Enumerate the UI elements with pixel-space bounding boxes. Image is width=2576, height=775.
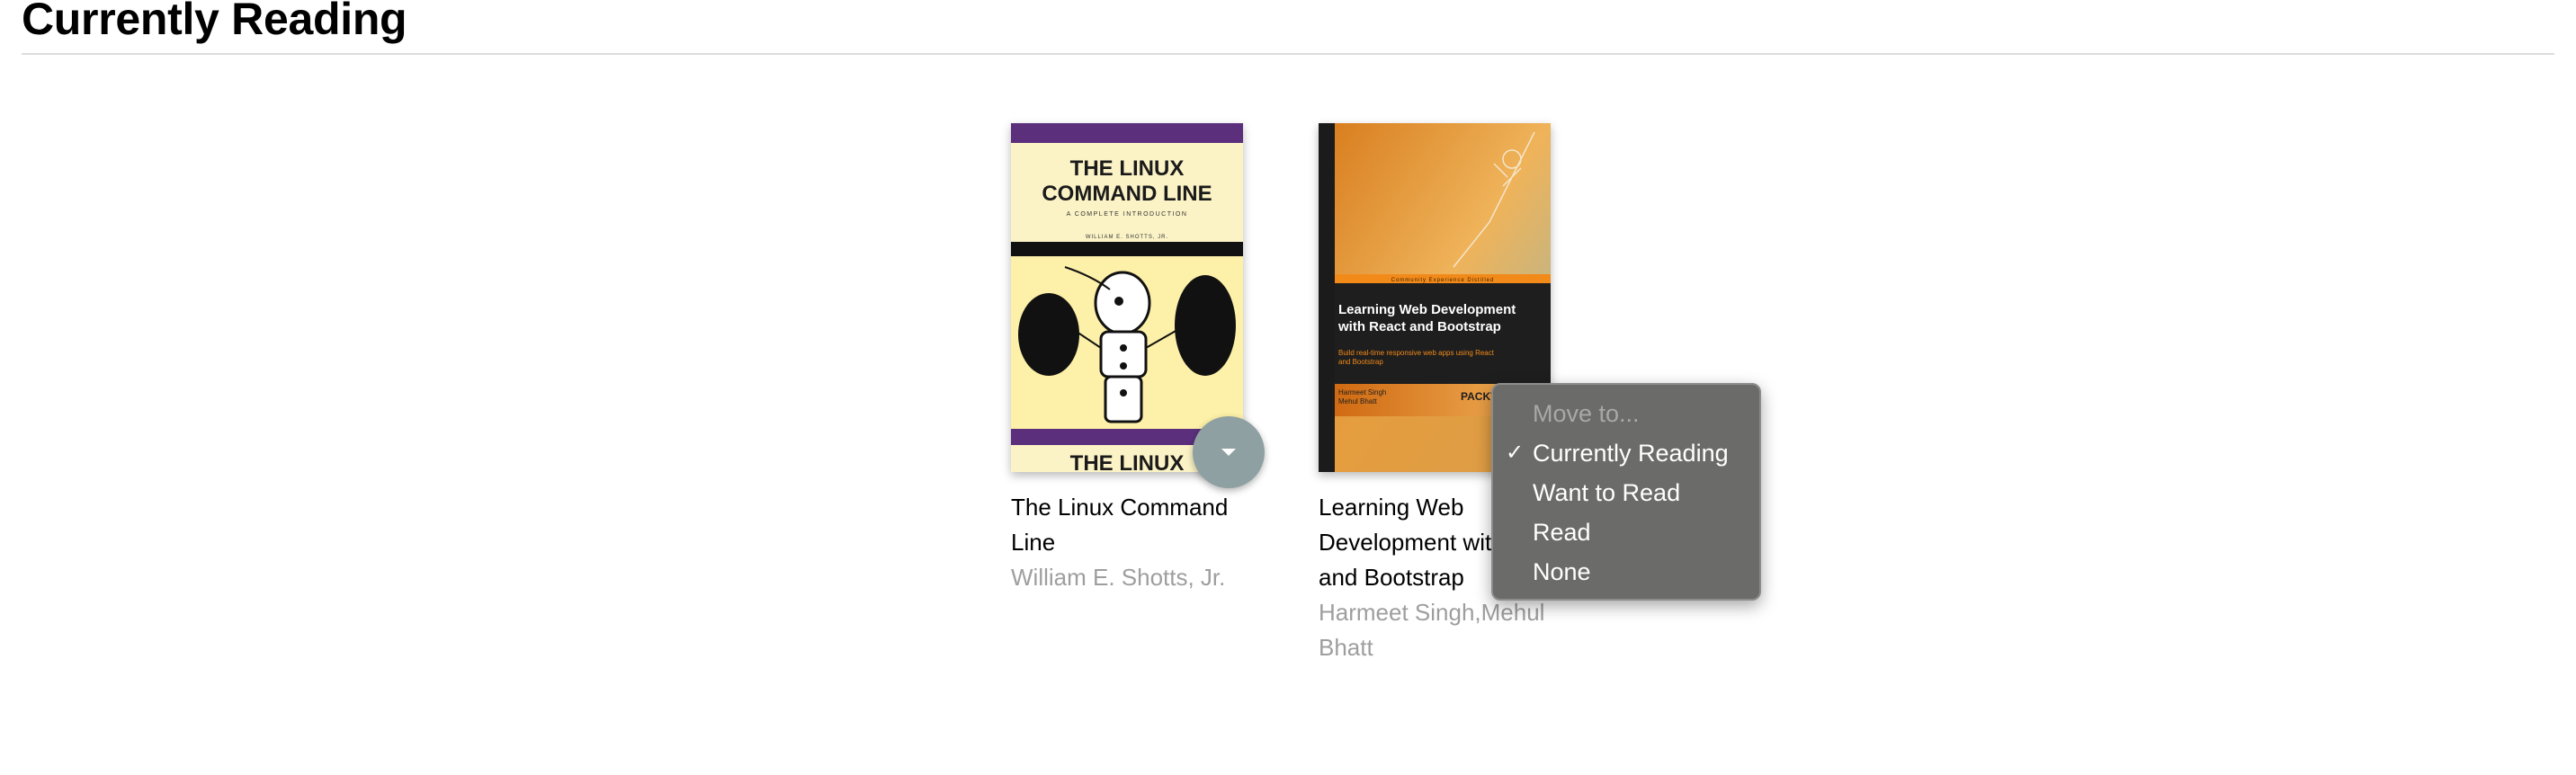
shelf-title: Currently Reading [22, 0, 407, 44]
book-cover[interactable]: THE LINUX COMMAND LINE A COMPLETE INTROD… [1011, 123, 1243, 472]
cover-author-line2: Mehul Bhatt [1338, 397, 1377, 405]
cover-title-line1: Learning Web Development [1338, 302, 1516, 317]
linux-command-line-cover: THE LINUX COMMAND LINE A COMPLETE INTROD… [1011, 123, 1243, 472]
cover-author: WILLIAM E. SHOTTS, JR. [1086, 235, 1168, 240]
cover-tagline-line2: and Bootstrap [1338, 358, 1383, 366]
check-icon: ✓ [1506, 441, 1525, 465]
book-authors: Harmeet Singh,Mehul Bhatt [1319, 595, 1551, 665]
cover-tagline-line1: Build real-time responsive web apps usin… [1338, 349, 1495, 357]
cover-bottom-text: THE LINUX [1070, 451, 1185, 472]
menu-option-none[interactable]: None [1533, 554, 1591, 590]
cover-title-line2: COMMAND LINE [1042, 182, 1212, 206]
book-authors: William E. Shotts, Jr. [1011, 564, 1226, 591]
cover-subtitle: A COMPLETE INTRODUCTION [1067, 211, 1188, 218]
cover-title-line1: THE LINUX [1070, 156, 1185, 181]
triangle-down-icon [1221, 449, 1236, 456]
shelf-divider [22, 53, 2554, 55]
cover-author-line1: Harmeet Singh [1338, 388, 1386, 396]
menu-header-move-to: Move to... [1533, 400, 1640, 427]
menu-option-currently-reading[interactable]: Currently Reading [1533, 435, 1729, 471]
cover-banner: Community Experience Distilled [1391, 278, 1495, 283]
cover-title-line2: with React and Bootstrap [1337, 319, 1501, 334]
book-title: The Linux Command Line [1011, 494, 1229, 556]
book-item: THE LINUX COMMAND LINE A COMPLETE INTROD… [1011, 123, 1243, 609]
book-authors-line2: Bhatt [1319, 634, 1373, 661]
shelf-changer-button[interactable] [1193, 416, 1265, 488]
menu-option-want-to-read[interactable]: Want to Read [1533, 475, 1680, 511]
shelf-move-menu: Move to... ✓ Currently Reading Want to R… [1491, 383, 1761, 601]
menu-option-read[interactable]: Read [1533, 514, 1591, 550]
